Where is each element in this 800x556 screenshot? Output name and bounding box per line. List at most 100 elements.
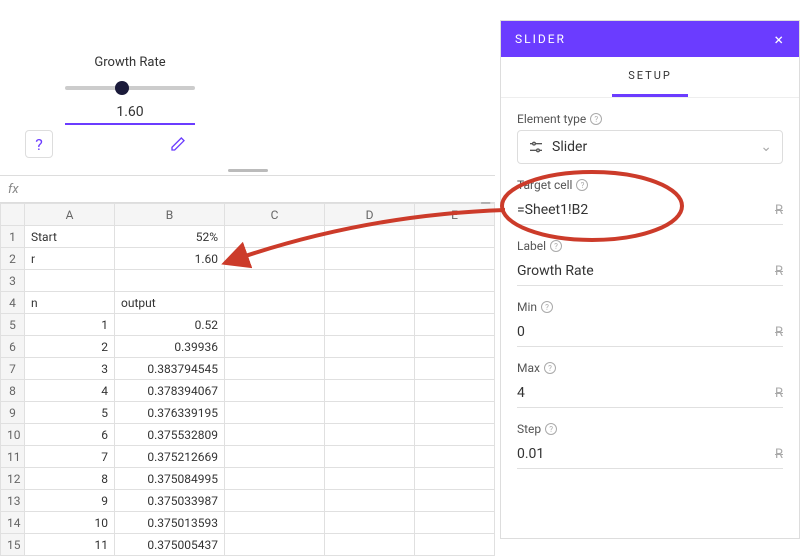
row-header[interactable]: 1	[1, 226, 25, 248]
unlink-icon[interactable]: R	[775, 264, 783, 279]
row-header[interactable]: 10	[1, 424, 25, 446]
help-icon[interactable]: ?	[590, 113, 602, 125]
cell[interactable]	[415, 402, 495, 424]
cell[interactable]	[415, 314, 495, 336]
growth-rate-slider[interactable]: Growth Rate 1.60	[65, 55, 195, 125]
col-header-C[interactable]: C	[225, 204, 325, 226]
cell[interactable]	[225, 424, 325, 446]
cell[interactable]	[225, 490, 325, 512]
cell[interactable]: n	[25, 292, 115, 314]
cell[interactable]	[225, 292, 325, 314]
table-row[interactable]: 840.378394067	[1, 380, 495, 402]
row-header[interactable]: 8	[1, 380, 25, 402]
cell[interactable]	[325, 424, 415, 446]
sheet-grid[interactable]: A B C D E 1Start52%2r1.6034noutput510.52…	[0, 203, 495, 556]
unlink-icon[interactable]: R	[775, 386, 783, 401]
cell[interactable]: output	[115, 292, 225, 314]
cell[interactable]	[225, 314, 325, 336]
cell[interactable]	[225, 468, 325, 490]
unlink-icon[interactable]: R	[775, 325, 783, 340]
table-row[interactable]: 2r1.60	[1, 248, 495, 270]
cell[interactable]	[415, 358, 495, 380]
col-header-B[interactable]: B	[115, 204, 225, 226]
cell[interactable]	[415, 446, 495, 468]
row-header[interactable]: 4	[1, 292, 25, 314]
min-input[interactable]: 0	[517, 324, 775, 340]
cell[interactable]	[325, 446, 415, 468]
cell[interactable]	[225, 446, 325, 468]
table-row[interactable]: 1390.375033987	[1, 490, 495, 512]
cell[interactable]: 9	[25, 490, 115, 512]
cell[interactable]: 1	[25, 314, 115, 336]
cell[interactable]: 2	[25, 336, 115, 358]
cell[interactable]: 0.375084995	[115, 468, 225, 490]
cell[interactable]	[325, 248, 415, 270]
row-header[interactable]: 11	[1, 446, 25, 468]
table-row[interactable]: 3	[1, 270, 495, 292]
cell[interactable]	[225, 512, 325, 534]
pane-drag-handle[interactable]	[228, 169, 268, 172]
col-header-D[interactable]: D	[325, 204, 415, 226]
table-row[interactable]: 1280.375084995	[1, 468, 495, 490]
cell[interactable]: 3	[25, 358, 115, 380]
table-row[interactable]: 620.39936	[1, 336, 495, 358]
cell[interactable]	[415, 248, 495, 270]
cell[interactable]	[325, 468, 415, 490]
table-row[interactable]: 15110.375005437	[1, 534, 495, 556]
cell[interactable]	[325, 358, 415, 380]
cell[interactable]: 0.52	[115, 314, 225, 336]
step-input[interactable]: 0.01	[517, 446, 775, 462]
cell[interactable]: 0.375212669	[115, 446, 225, 468]
cell[interactable]	[415, 468, 495, 490]
cell[interactable]	[325, 292, 415, 314]
slider-track[interactable]	[65, 78, 195, 98]
cell[interactable]	[325, 402, 415, 424]
corner-cell[interactable]	[1, 204, 25, 226]
cell[interactable]	[325, 270, 415, 292]
cell[interactable]	[225, 226, 325, 248]
cell[interactable]	[325, 314, 415, 336]
cell[interactable]	[325, 534, 415, 556]
cell[interactable]	[225, 402, 325, 424]
unlink-icon[interactable]: R	[775, 203, 783, 218]
row-header[interactable]: 5	[1, 314, 25, 336]
cell[interactable]: 0.383794545	[115, 358, 225, 380]
row-header[interactable]: 13	[1, 490, 25, 512]
cell[interactable]: 52%	[115, 226, 225, 248]
cell[interactable]: 0.375013593	[115, 512, 225, 534]
table-row[interactable]: 510.52	[1, 314, 495, 336]
help-button[interactable]: ?	[25, 130, 53, 158]
table-row[interactable]: 4noutput	[1, 292, 495, 314]
cell[interactable]	[325, 490, 415, 512]
table-row[interactable]: 1Start52%	[1, 226, 495, 248]
cell[interactable]: 0.39936	[115, 336, 225, 358]
help-icon[interactable]: ?	[550, 240, 562, 252]
cell[interactable]: 1.60	[115, 248, 225, 270]
cell[interactable]	[415, 292, 495, 314]
cell[interactable]	[225, 358, 325, 380]
unlink-icon[interactable]: R	[775, 447, 783, 462]
row-header[interactable]: 7	[1, 358, 25, 380]
row-header[interactable]: 14	[1, 512, 25, 534]
cell[interactable]	[325, 512, 415, 534]
cell[interactable]: 6	[25, 424, 115, 446]
help-icon[interactable]: ?	[545, 423, 557, 435]
row-header[interactable]: 3	[1, 270, 25, 292]
cell[interactable]	[115, 270, 225, 292]
table-row[interactable]: 1060.375532809	[1, 424, 495, 446]
cell[interactable]: 0.378394067	[115, 380, 225, 402]
help-icon[interactable]: ?	[544, 362, 556, 374]
cell[interactable]	[415, 512, 495, 534]
cell[interactable]	[225, 380, 325, 402]
cell[interactable]	[325, 226, 415, 248]
table-row[interactable]: 730.383794545	[1, 358, 495, 380]
cell[interactable]: 4	[25, 380, 115, 402]
col-header-A[interactable]: A	[25, 204, 115, 226]
cell[interactable]	[415, 534, 495, 556]
slider-thumb[interactable]	[115, 81, 129, 95]
table-row[interactable]: 14100.375013593	[1, 512, 495, 534]
cell[interactable]	[225, 248, 325, 270]
cell[interactable]	[415, 270, 495, 292]
row-header[interactable]: 2	[1, 248, 25, 270]
cell[interactable]	[325, 336, 415, 358]
